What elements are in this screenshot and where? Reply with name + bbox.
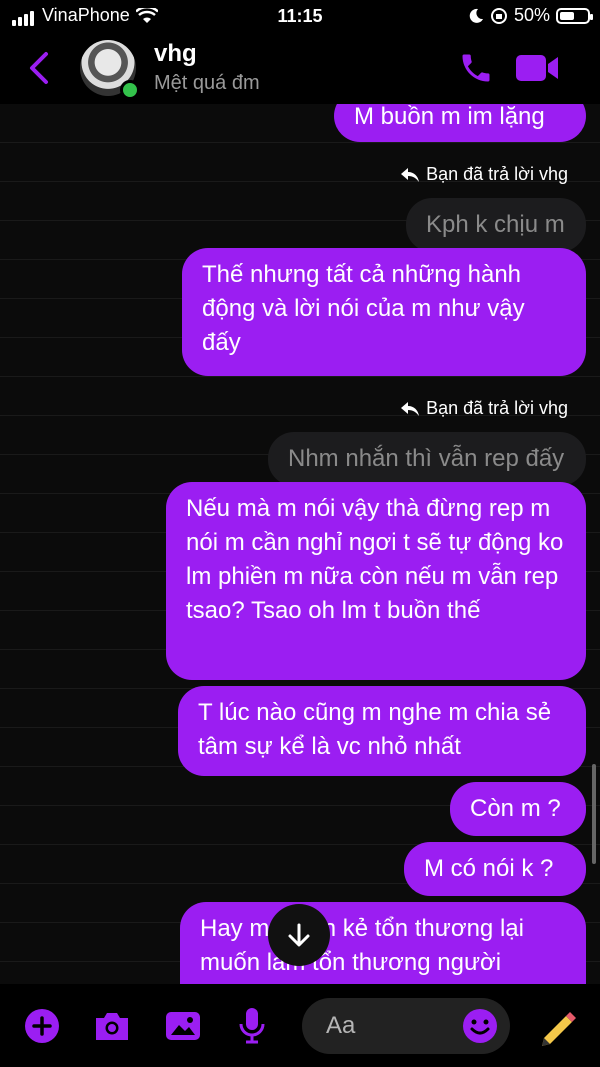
- reply-note-label: Bạn đã trả lời vhg: [426, 164, 568, 184]
- online-indicator: [120, 80, 140, 100]
- message-bubble[interactable]: Thế nhưng tất cả những hành động và lời …: [182, 248, 586, 376]
- battery-percent: 50%: [513, 5, 550, 25]
- status-icons: 50%: [468, 5, 593, 26]
- message-bubble[interactable]: Nếu mà m nói vậy thà đừng rep m nói m cầ…: [166, 482, 586, 680]
- message-bubble[interactable]: M có nói k ?: [404, 842, 586, 896]
- plus-icon[interactable]: [24, 1008, 60, 1044]
- reply-icon: [401, 167, 420, 182]
- scroll-down-icon: [288, 923, 310, 947]
- phone-icon[interactable]: [458, 50, 494, 86]
- scrollbar[interactable]: [592, 764, 596, 864]
- video-icon[interactable]: [514, 52, 560, 84]
- message-input[interactable]: Aa: [302, 998, 510, 1054]
- message-bubble[interactable]: T lúc nào cũng m nghe m chia sẻ tâm sự k…: [178, 686, 586, 776]
- message-bubble[interactable]: Còn m ?: [450, 782, 586, 836]
- message-input-placeholder: Aa: [326, 1012, 356, 1039]
- back-icon[interactable]: [24, 50, 54, 86]
- orientation-lock-icon: [490, 7, 507, 24]
- gallery-icon[interactable]: [164, 1008, 202, 1044]
- emoji-icon[interactable]: [462, 1008, 498, 1044]
- message-bubble[interactable]: Kph k chịu m: [406, 198, 586, 252]
- composer-bar: Aa: [0, 984, 600, 1067]
- camera-icon[interactable]: [92, 1008, 132, 1044]
- message-list[interactable]: M buồn m im lặng Bạn đã trả lời vhg Kph …: [0, 104, 600, 984]
- moon-icon: [469, 8, 483, 23]
- status-bar: VinaPhone 11:15 50%: [0, 0, 600, 34]
- battery-icon: [556, 7, 593, 24]
- message-bubble[interactable]: M buồn m im lặng: [334, 104, 586, 142]
- reply-note: Bạn đã trả lời vhg: [400, 164, 568, 185]
- pencil-icon[interactable]: [536, 1004, 580, 1048]
- reply-note-label: Bạn đã trả lời vhg: [426, 398, 568, 418]
- message-bubble[interactable]: Hay m muốn kẻ tổn thương lại muốn làm tổ…: [180, 902, 586, 984]
- message-bubble[interactable]: Nhm nhắn thì vẫn rep đấy: [268, 432, 586, 486]
- contact-status: Mệt quá đm: [154, 72, 260, 94]
- mic-icon[interactable]: [236, 1006, 268, 1046]
- reply-icon: [401, 401, 420, 416]
- reply-note: Bạn đã trả lời vhg: [400, 398, 568, 419]
- contact-name[interactable]: vhg: [154, 40, 197, 68]
- scroll-down-button[interactable]: [268, 904, 330, 966]
- chat-header: vhg Mệt quá đm: [0, 34, 600, 104]
